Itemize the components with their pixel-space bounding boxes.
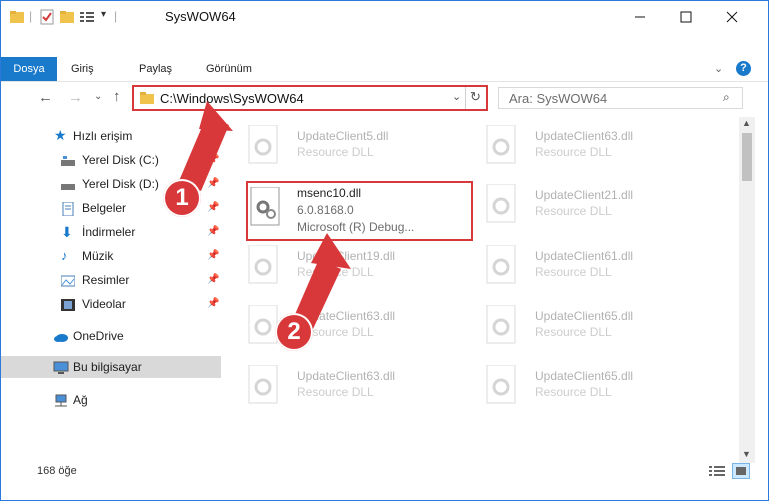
step-badge-1: 1	[163, 179, 201, 217]
explorer-window: | ▾ | SysWOW64 Dosya Giriş Paylaş Görünü…	[0, 0, 769, 501]
arrow-2-head	[311, 233, 351, 269]
annotation-arrows	[179, 101, 351, 329]
arrow-1-head	[199, 101, 233, 131]
step-badge-2: 2	[275, 313, 313, 351]
